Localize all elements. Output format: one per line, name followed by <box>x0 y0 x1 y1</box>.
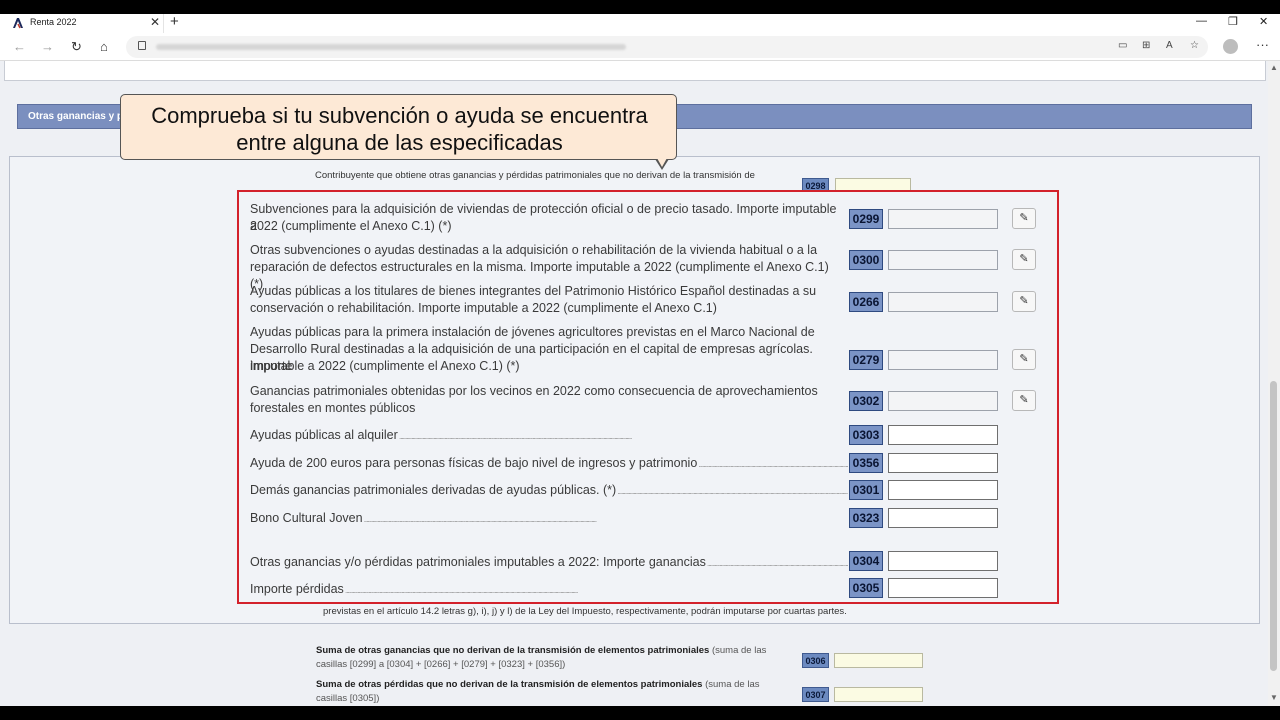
tooltip-callout: Comprueba si tu subvención o ayuda se en… <box>120 94 677 160</box>
box-code-0299: 0299 <box>849 209 883 229</box>
row-label-line: Importe pérdidas <box>250 581 848 599</box>
pencil-icon[interactable]: ✎ <box>1012 208 1036 229</box>
minimize-icon[interactable]: — <box>1196 15 1207 27</box>
scroll-up-icon[interactable]: ▲ <box>1270 63 1278 72</box>
browser-window: Renta 2022 ✕ + — ❐ ✕ ← → ↻ ⌂ ▭ ⊞ A ☆ ···… <box>0 14 1280 706</box>
tab-title: Renta 2022 <box>30 17 77 27</box>
row-label-line: 2022 (cumplimente el Anexo C.1) (*) <box>250 219 452 233</box>
input-0302[interactable] <box>888 391 998 411</box>
callout-line1: Comprueba si tu subvención o ayuda se en… <box>151 103 648 128</box>
input-0307[interactable] <box>834 687 923 702</box>
callout-tail-fill <box>657 158 667 167</box>
pencil-icon[interactable]: ✎ <box>1012 249 1036 270</box>
scroll-down-icon[interactable]: ▼ <box>1270 693 1278 702</box>
footnote: previstas en el artículo 14.2 letras g),… <box>323 606 847 617</box>
box-code-0301: 0301 <box>849 480 883 500</box>
sum-losses-rest: (suma de las <box>702 679 760 690</box>
pencil-icon[interactable]: ✎ <box>1012 291 1036 312</box>
box-code-0305: 0305 <box>849 578 883 598</box>
input-0266[interactable] <box>888 292 998 312</box>
close-tab-icon[interactable]: ✕ <box>150 15 160 29</box>
callout-line2: entre alguna de las especificadas <box>236 130 563 155</box>
extensions-icon[interactable]: ⊞ <box>1142 40 1150 51</box>
home-icon[interactable]: ⌂ <box>100 39 108 54</box>
input-0300[interactable] <box>888 250 998 270</box>
row-label-line: Ayudas públicas al alquiler <box>250 427 848 445</box>
previous-section-bottom <box>4 61 1266 81</box>
box-code-0306: 0306 <box>802 653 829 668</box>
app-view-icon[interactable]: ▭ <box>1118 40 1127 51</box>
favorite-icon[interactable]: ☆ <box>1190 40 1199 51</box>
top-row-label: Contribuyente que obtiene otras ganancia… <box>315 170 755 181</box>
row-label-line: conservación o rehabilitación. Importe i… <box>250 301 717 315</box>
more-menu-icon[interactable]: ··· <box>1256 37 1269 52</box>
row-label-line: Otras subvenciones o ayudas destinadas a… <box>250 243 818 257</box>
sum-gains-line2: casillas [0299] a [0304] + [0266] + [027… <box>316 659 566 670</box>
url-field[interactable]: ▭ ⊞ A ☆ <box>126 36 1208 58</box>
window-close-icon[interactable]: ✕ <box>1259 15 1268 28</box>
input-0299[interactable] <box>888 209 998 229</box>
input-0356[interactable] <box>888 453 998 473</box>
lock-icon <box>138 41 146 50</box>
row-label-line: Ganancias patrimoniales obtenidas por lo… <box>250 384 818 398</box>
pencil-icon[interactable]: ✎ <box>1012 349 1036 370</box>
input-0303[interactable] <box>888 425 998 445</box>
sum-gains-rest: (suma de las <box>709 645 767 656</box>
box-code-0300: 0300 <box>849 250 883 270</box>
box-code-0323: 0323 <box>849 508 883 528</box>
input-0279[interactable] <box>888 350 998 370</box>
scroll-thumb[interactable] <box>1270 381 1277 671</box>
box-code-0307: 0307 <box>802 687 829 702</box>
sum-gains-title: Suma de otras ganancias que no derivan d… <box>316 645 710 656</box>
new-tab-icon[interactable]: + <box>170 14 179 30</box>
forward-icon[interactable]: → <box>41 39 54 54</box>
agencia-tributaria-icon <box>13 18 23 29</box>
sum-gains-label: Suma de otras ganancias que no derivan d… <box>316 644 786 672</box>
box-code-0303: 0303 <box>849 425 883 445</box>
tab-bar: Renta 2022 ✕ + — ❐ ✕ <box>0 14 1280 33</box>
row-label-line: imputable a 2022 (cumplimente el Anexo C… <box>250 359 520 373</box>
box-code-0356: 0356 <box>849 453 883 473</box>
row-label-line: Ayuda de 200 euros para personas físicas… <box>250 455 848 473</box>
callout-text: Comprueba si tu subvención o ayuda se en… <box>121 102 678 156</box>
box-code-0302: 0302 <box>849 391 883 411</box>
input-0306[interactable] <box>834 653 923 668</box>
read-aloud-icon[interactable]: A <box>1166 40 1173 51</box>
sum-losses-label: Suma de otras pérdidas que no derivan de… <box>316 678 786 706</box>
maximize-icon[interactable]: ❐ <box>1228 15 1238 28</box>
browser-tab[interactable]: Renta 2022 ✕ <box>2 14 164 33</box>
row-label-line: Otras ganancias y/o pérdidas patrimonial… <box>250 554 848 572</box>
profile-avatar[interactable] <box>1223 39 1238 54</box>
section-header-title: Otras ganancias y pé <box>28 111 129 122</box>
input-0323[interactable] <box>888 508 998 528</box>
row-label-line: Ayudas públicas para la primera instalac… <box>250 325 815 339</box>
reload-icon[interactable]: ↻ <box>71 39 82 55</box>
highlight-frame: Subvenciones para la adquisición de vivi… <box>237 190 1059 604</box>
input-0304[interactable] <box>888 551 998 571</box>
url-text-blurred <box>156 44 626 50</box>
scrollbar[interactable]: ▲ ▼ <box>1268 61 1280 706</box>
box-code-0266: 0266 <box>849 292 883 312</box>
row-label-line: forestales en montes públicos <box>250 401 416 415</box>
address-bar: ← → ↻ ⌂ ▭ ⊞ A ☆ ··· <box>0 33 1280 61</box>
row-label-line: Demás ganancias patrimoniales derivadas … <box>250 482 848 500</box>
input-0305[interactable] <box>888 578 998 598</box>
box-code-0304: 0304 <box>849 551 883 571</box>
row-label-line: Bono Cultural Joven <box>250 510 848 528</box>
box-code-0279: 0279 <box>849 350 883 370</box>
back-icon[interactable]: ← <box>13 39 26 54</box>
row-label-line: Ayudas públicas a los titulares de biene… <box>250 284 817 298</box>
input-0301[interactable] <box>888 480 998 500</box>
sum-losses-line2: casillas [0305]) <box>316 693 380 704</box>
sum-losses-title: Suma de otras pérdidas que no derivan de… <box>316 679 703 690</box>
pencil-icon[interactable]: ✎ <box>1012 390 1036 411</box>
